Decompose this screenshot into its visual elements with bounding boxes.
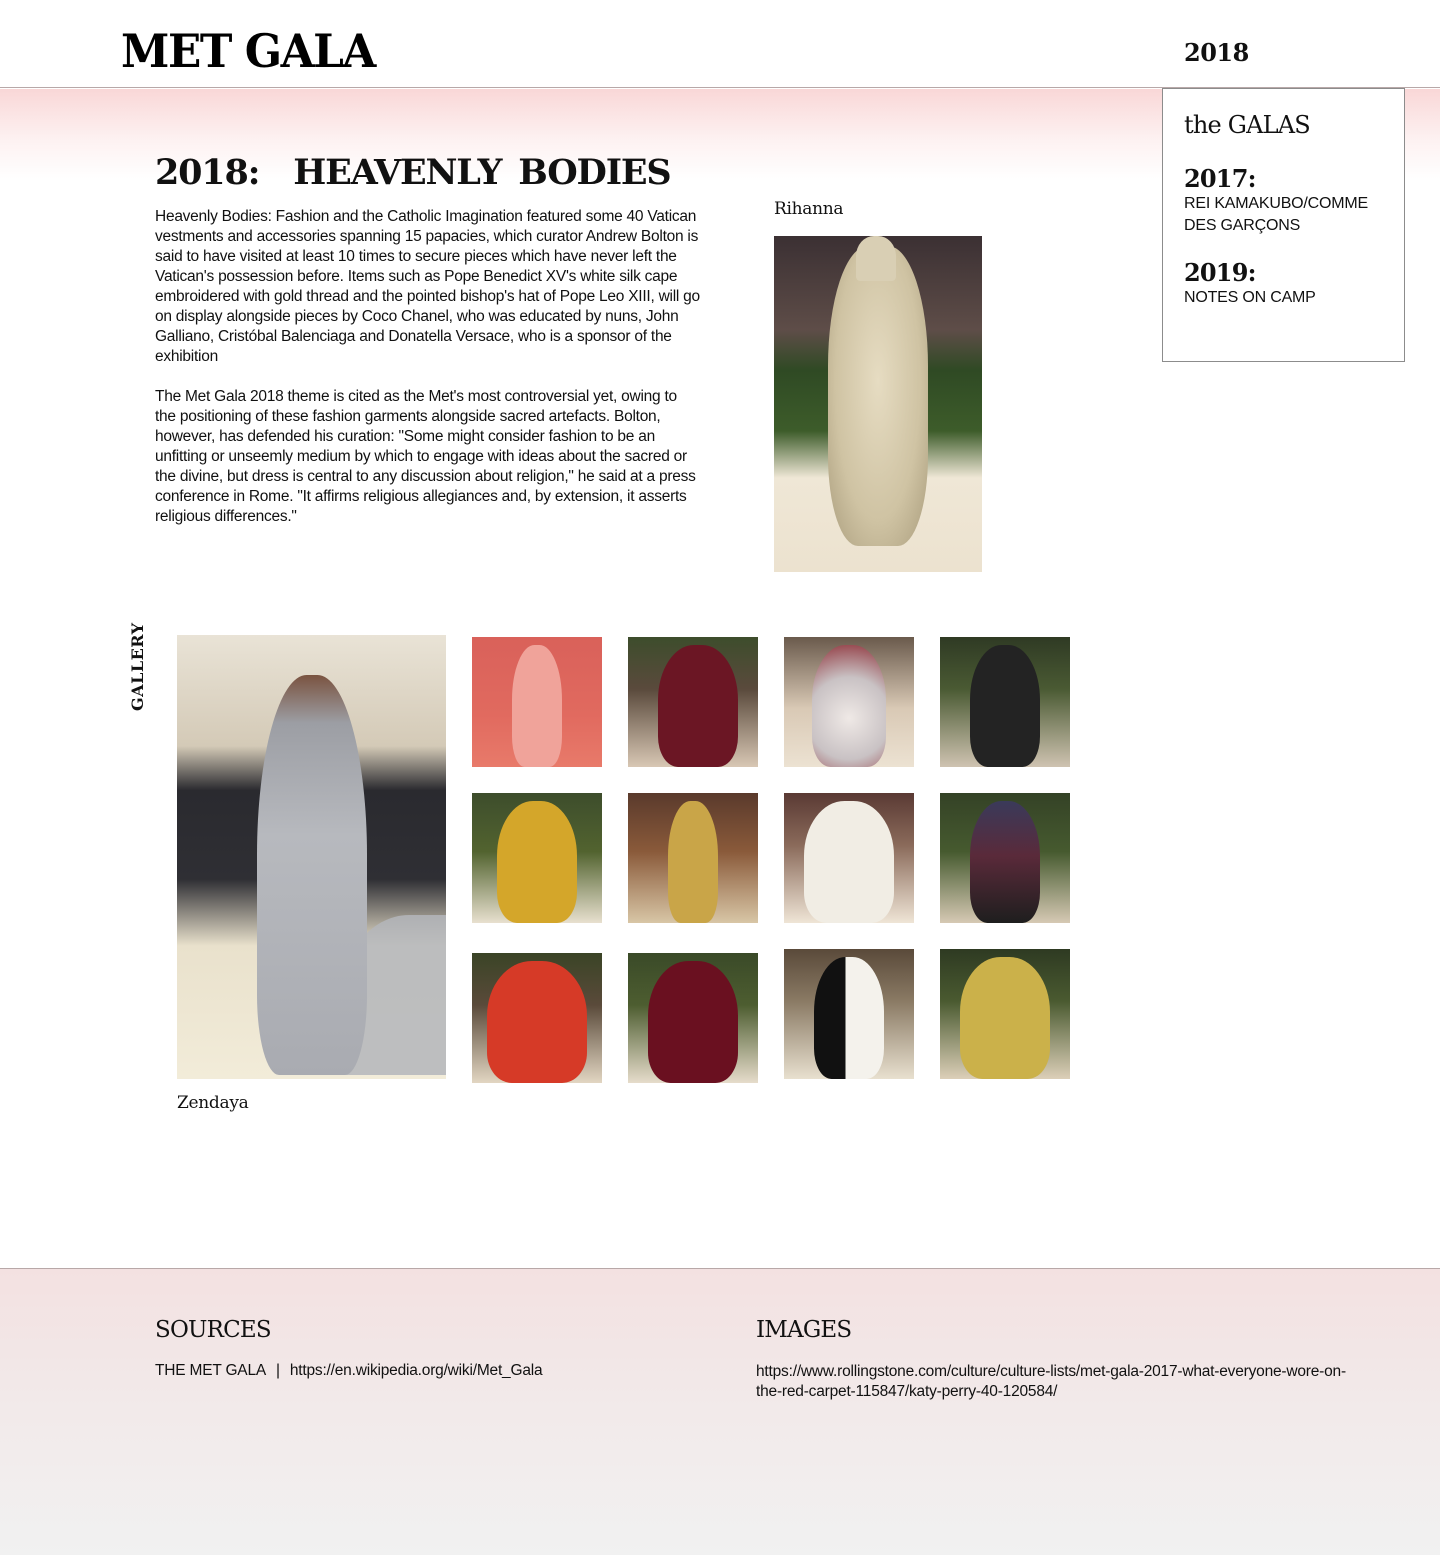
- gallery-label: GALLERY: [128, 622, 147, 712]
- gallery-thumb[interactable]: [784, 793, 914, 923]
- article-paragraph: The Met Gala 2018 theme is cited as the …: [155, 388, 696, 525]
- photo-figure: [960, 957, 1050, 1079]
- photo-figure: [658, 645, 738, 767]
- gallery-thumb[interactable]: [940, 949, 1070, 1079]
- gala-name: REI KAMAKUBO/COMME DES GARÇONS: [1184, 195, 1368, 234]
- featured-photo-rihanna[interactable]: [774, 236, 982, 572]
- photo-figure: [487, 961, 587, 1083]
- gallery-thumb[interactable]: [940, 793, 1070, 923]
- source-name: THE MET GALA: [155, 1362, 267, 1379]
- photo-figure: [497, 801, 577, 923]
- separator: |: [276, 1362, 280, 1379]
- footer: SOURCES THE MET GALA | https://en.wikipedi…: [0, 1268, 1440, 1555]
- site-logo[interactable]: MET GALA: [121, 24, 376, 78]
- gallery-thumb[interactable]: [628, 793, 758, 923]
- photo-figure-hat: [856, 236, 896, 281]
- gala-link-2017[interactable]: 2017: REI KAMAKUBO/COMME DES GARÇONS: [1184, 165, 1404, 237]
- gallery-thumb[interactable]: [472, 793, 602, 923]
- photo-figure: [668, 801, 718, 923]
- gallery-thumb[interactable]: [784, 637, 914, 767]
- photo-figure: [257, 675, 367, 1075]
- photo-figure: [970, 645, 1040, 767]
- gala-link-2019[interactable]: 2019: NOTES ON CAMP: [1184, 259, 1404, 309]
- gallery-thumb[interactable]: [784, 949, 914, 1079]
- photo-figure: [970, 801, 1040, 923]
- featured-photo-caption: Rihanna: [774, 199, 844, 219]
- photo-figure: [512, 645, 562, 767]
- gallery-featured-caption: Zendaya: [177, 1093, 249, 1113]
- sources-line: THE MET GALA | https://en.wikipedia.org/wi…: [155, 1362, 543, 1380]
- current-year-link[interactable]: 2018: [1184, 38, 1249, 67]
- header: MET GALA 2018: [0, 0, 1440, 88]
- gallery-thumb[interactable]: [628, 953, 758, 1083]
- gala-year: 2019:: [1184, 258, 1256, 287]
- photo-figure: [804, 801, 894, 923]
- article-body: Heavenly Bodies: Fashion and the Catholi…: [155, 207, 700, 547]
- gallery-thumb[interactable]: [940, 637, 1070, 767]
- gala-year: 2017:: [1184, 164, 1256, 193]
- images-source-link[interactable]: https://www.rollingstone.com/culture/cul…: [756, 1362, 1346, 1402]
- gala-name: NOTES ON CAMP: [1184, 289, 1316, 306]
- images-heading: IMAGES: [756, 1317, 852, 1343]
- galas-title: the GALAS: [1184, 111, 1311, 139]
- photo-figure: [828, 246, 928, 546]
- gallery-thumb[interactable]: [472, 637, 602, 767]
- photo-figure: [812, 645, 886, 767]
- sources-heading: SOURCES: [155, 1317, 272, 1343]
- page-title: 2018: HEAVENLY BODIES: [155, 152, 672, 193]
- photo-figure: [814, 957, 884, 1079]
- galas-nav-panel: the GALAS 2017: REI KAMAKUBO/COMME DES G…: [1162, 88, 1405, 362]
- gallery-thumb[interactable]: [628, 637, 758, 767]
- gallery-featured-photo[interactable]: [177, 635, 446, 1079]
- source-link[interactable]: https://en.wikipedia.org/wiki/Met_Gala: [290, 1362, 543, 1379]
- photo-figure: [648, 961, 738, 1083]
- gallery-thumb[interactable]: [472, 953, 602, 1083]
- article-paragraph: Heavenly Bodies: Fashion and the Catholi…: [155, 208, 700, 365]
